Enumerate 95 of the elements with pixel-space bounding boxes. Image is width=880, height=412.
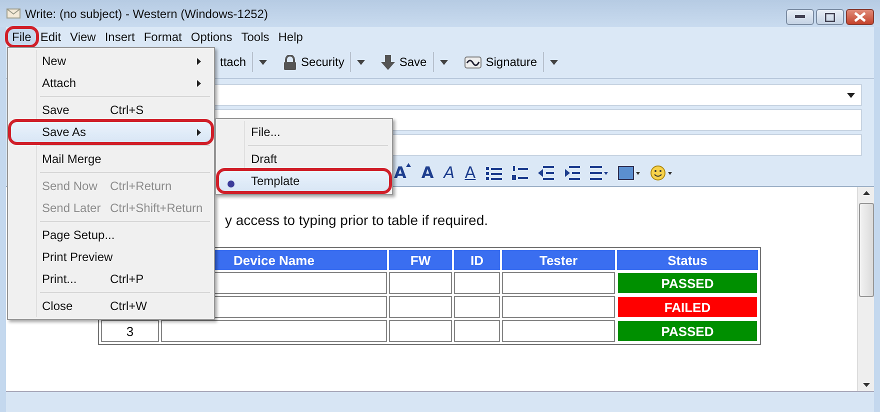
scroll-thumb[interactable] — [858, 203, 874, 297]
envelope-icon — [6, 6, 22, 20]
table-header: Tester — [502, 250, 615, 270]
down-arrow-icon — [381, 54, 396, 70]
maximize-button[interactable] — [816, 9, 844, 25]
scroll-down-icon — [862, 383, 870, 387]
caret-icon — [440, 60, 448, 64]
menu-item[interactable]: Template — [218, 170, 390, 192]
menu-label: Send Now — [42, 179, 98, 193]
lock-icon — [283, 54, 298, 70]
table-cell — [454, 320, 500, 342]
outdent-icon — [538, 166, 554, 180]
menu-label: Attach — [42, 76, 78, 90]
minimize-icon — [795, 15, 805, 19]
color-button[interactable] — [616, 166, 642, 180]
menu-item[interactable]: View — [66, 28, 101, 44]
menu-label: Save As — [42, 125, 88, 139]
numbers-button[interactable] — [510, 166, 530, 180]
minimize-button[interactable] — [786, 9, 814, 25]
shortcut-text: Ctrl+P — [110, 272, 144, 286]
menu-item[interactable]: Attach — [10, 72, 212, 94]
menu-label: New — [42, 54, 68, 68]
status-cell: PASSED — [617, 272, 758, 294]
signature-icon — [464, 54, 482, 70]
caret-icon — [847, 92, 855, 98]
caret-icon — [550, 60, 558, 64]
menu-label: Mail Merge — [42, 152, 102, 166]
menu-item[interactable]: Mail Merge — [10, 148, 212, 170]
shortcut-text: Ctrl+S — [110, 103, 144, 117]
menu-label: Template — [251, 174, 301, 188]
maximize-icon — [825, 12, 835, 22]
color-picker-icon — [618, 166, 640, 180]
toolbar-button[interactable]: Security — [277, 52, 350, 72]
shortcut-text: Ctrl+W — [110, 299, 147, 313]
scroll-up-icon — [862, 191, 870, 195]
outdent-button[interactable] — [536, 166, 556, 180]
menu-item[interactable]: Insert — [100, 28, 140, 44]
format-button[interactable]: A — [419, 163, 436, 182]
menu-label: File... — [251, 125, 282, 139]
smiley-icon — [650, 164, 672, 180]
menu-item[interactable]: Page Setup... — [10, 224, 212, 246]
shortcut-text: Ctrl+Return — [110, 179, 172, 193]
table-cell: 3 — [101, 320, 159, 342]
bullets-button[interactable] — [484, 166, 504, 180]
menu-item[interactable]: Help — [274, 28, 308, 44]
menu-item[interactable]: Save Ctrl+S — [10, 99, 212, 121]
menu-label: Page Setup... — [42, 228, 115, 242]
menu-label: Draft — [251, 152, 278, 166]
table-header: FW — [389, 250, 452, 270]
toolbar-button[interactable]: Save — [375, 52, 433, 72]
numbered-list-icon — [512, 166, 528, 180]
format-button[interactable]: A — [442, 163, 457, 182]
close-button[interactable] — [846, 9, 874, 25]
table-cell — [389, 296, 452, 318]
caret-icon — [357, 60, 366, 64]
menu-item[interactable]: Close Ctrl+W — [10, 295, 212, 317]
toolbar-button[interactable]: Signature — [458, 52, 544, 72]
body-text: y access to typing prior to table if required. — [225, 212, 490, 228]
table-cell — [454, 272, 500, 294]
table-cell — [454, 296, 500, 318]
menu-item[interactable]: Format — [140, 28, 187, 44]
menu-label: Close — [42, 299, 74, 313]
up-caret-icon — [406, 163, 412, 167]
menu-item[interactable]: Edit — [36, 28, 66, 44]
close-icon — [854, 12, 866, 22]
shortcut-text: Ctrl+Shift+Return — [110, 201, 203, 215]
align-icon — [590, 166, 608, 180]
align-button[interactable] — [588, 166, 610, 180]
menu-label: Print Preview — [42, 250, 113, 264]
bullet-list-icon — [486, 166, 502, 180]
menu-label: Save — [42, 103, 70, 117]
menu-item[interactable]: Draft — [218, 148, 390, 170]
table-header: ID — [454, 250, 500, 270]
menu-item[interactable]: New — [10, 50, 212, 72]
table-cell — [389, 320, 452, 342]
menu-item[interactable]: Print... Ctrl+P — [10, 268, 212, 290]
menu-item[interactable]: File... — [218, 121, 390, 143]
menu-item[interactable]: Options — [186, 28, 238, 44]
format-button[interactable]: A — [392, 163, 414, 182]
format-button[interactable]: A — [462, 163, 478, 182]
smiley-button[interactable] — [648, 164, 674, 180]
menu-item[interactable]: File — [8, 28, 36, 44]
menu-item[interactable]: Tools — [237, 28, 274, 44]
status-cell: PASSED — [617, 320, 758, 342]
table-header: Status — [617, 250, 758, 270]
caret-icon — [259, 60, 268, 64]
menu-item[interactable]: Save As — [10, 121, 212, 143]
menu-label: Print... — [42, 272, 78, 286]
indent-icon — [564, 166, 580, 180]
status-cell: FAILED — [617, 296, 758, 318]
table-cell — [389, 272, 452, 294]
menu-label: Send Later — [42, 201, 102, 215]
window-title: Write: (no subject) - Western (Windows-1252) — [25, 6, 268, 20]
toolbar-button[interactable]: ttach — [214, 53, 252, 71]
scrollbar[interactable] — [857, 187, 874, 391]
